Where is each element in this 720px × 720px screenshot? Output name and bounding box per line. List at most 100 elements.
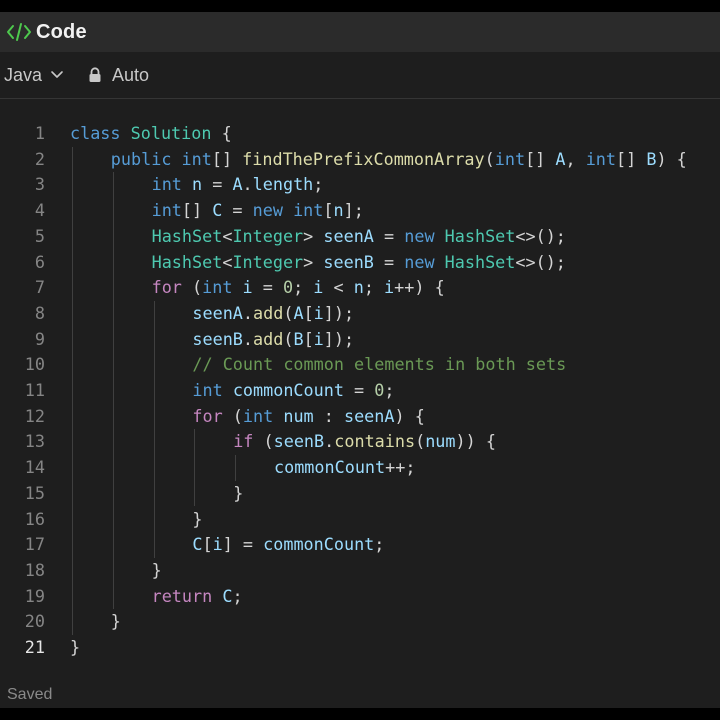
code-token: ++) { [394,277,445,298]
code-line[interactable]: 20} [0,609,720,635]
save-status: Saved [7,686,53,703]
line-number: 11 [24,380,45,400]
code-line[interactable]: 17 C[i] = commonCount; [0,532,720,558]
code-token: = [343,380,375,400]
code-token: = [202,174,233,195]
code-token: 0 [282,277,294,298]
title-bar: Code [0,12,720,52]
code-token: new [404,251,435,272]
code-line[interactable]: 18} [0,558,720,584]
line-number: 16 [24,508,45,529]
code-token: < [222,225,233,246]
auto-mode-toggle[interactable]: Auto [88,65,149,86]
code-line[interactable]: 2 public int[] findThePrefixCommonArray(i… [0,147,720,173]
code-token: // Count common elements in both sets [192,354,567,375]
code-line[interactable]: 10 // Count common elements in both sets [0,352,720,378]
code-line[interactable]: 3 int n = A.length; [0,172,720,198]
code-token: int [151,174,182,195]
code-line[interactable]: 19 return C; [0,584,720,610]
code-token: num [425,431,456,452]
code-token: ( [484,148,495,169]
code-text: seenB.add(B[i]); [192,327,354,353]
code-line[interactable]: 5 HashSet<Integer> seenA = new HashSet<>(… [0,224,720,250]
code-text: for (int num : seenA) { [192,404,424,430]
code-token: [ [303,328,314,349]
code-token: ]); [323,328,355,349]
code-text: commonCount++; [274,455,415,481]
code-token: ( [283,302,294,323]
code-token: add [253,302,284,323]
code-line[interactable]: 6 HashSet<Integer> seenB = new HashSet<>(… [0,250,720,276]
code-text: HashSet<Integer> seenA = new HashSet<>()… [152,224,566,250]
line-number: 15 [24,482,45,503]
code-token: new [404,225,435,246]
code-line[interactable]: 8 seenA.add(A[i]); [0,301,720,327]
code-line[interactable]: 15} [0,481,720,507]
language-label: Java [4,64,43,85]
code-line[interactable]: 14 commonCount++; [0,455,720,481]
code-token: A [555,148,566,169]
code-text: // Count common elements in both sets [192,352,566,378]
code-token: ; [313,174,324,195]
code-token: = [222,200,253,221]
code-line[interactable]: 1 class Solution { [0,121,720,147]
code-token: n [353,277,364,298]
code-text: } [152,558,162,584]
code-token: int [202,277,233,298]
code-token: int [293,200,324,221]
code-token: add [253,328,284,349]
code-token: ( [283,328,294,349]
code-token: new [252,200,283,221]
code-token: . [242,302,254,323]
code-line[interactable]: 21} [0,635,720,661]
code-token: [] [525,148,556,169]
code-line[interactable]: 9 seenB.add(B[i]); [0,327,720,353]
line-number: 5 [34,225,45,246]
code-token: Solution [130,123,212,143]
code-text: return C; [152,584,243,610]
code-token: ( [415,431,426,452]
indent-guide [194,429,196,507]
code-token: C [212,200,223,221]
line-number: 13 [24,431,45,452]
line-number: 1 [34,123,45,143]
code-token: n [333,200,344,221]
code-token: HashSet [151,251,223,272]
code-token: } [110,611,121,632]
code-text: C[i] = commonCount; [192,532,384,558]
line-number: 14 [24,457,45,478]
line-number: 19 [24,585,45,606]
line-number: 12 [24,405,45,426]
code-token: i [313,277,324,298]
code-token: ; [384,380,395,400]
code-token: [] [211,148,243,169]
language-selector[interactable]: Java [4,65,64,86]
code-token: < [323,277,354,298]
code-token: if [233,431,254,452]
code-token: [ [202,534,213,555]
code-line[interactable]: 12 for (int num : seenA) { [0,404,720,430]
line-number: 3 [34,174,45,195]
code-token: > [303,251,324,272]
code-line[interactable]: 7 for (int i = 0; i < n; i++) { [0,275,720,301]
code-token: contains [334,431,416,452]
code-token: class [70,123,121,143]
code-token: <>(); [515,251,566,272]
code-token: int [192,380,223,400]
code-token: return [151,585,213,606]
code-text: } [70,635,80,661]
code-editor[interactable]: 1 class Solution {2 public int[] findThePr… [0,109,720,669]
code-line[interactable]: 13 if (seenB.contains(num)) { [0,429,720,455]
code-line[interactable]: 4 int[] C = new int[n]; [0,198,720,224]
code-text: if (seenB.contains(num)) { [233,429,496,455]
code-token: i [212,534,223,555]
code-line[interactable]: 16} [0,507,720,533]
code-token: } [233,482,244,503]
code-token: [] [181,200,213,221]
code-line[interactable]: 11 int commonCount = 0; [0,378,720,404]
